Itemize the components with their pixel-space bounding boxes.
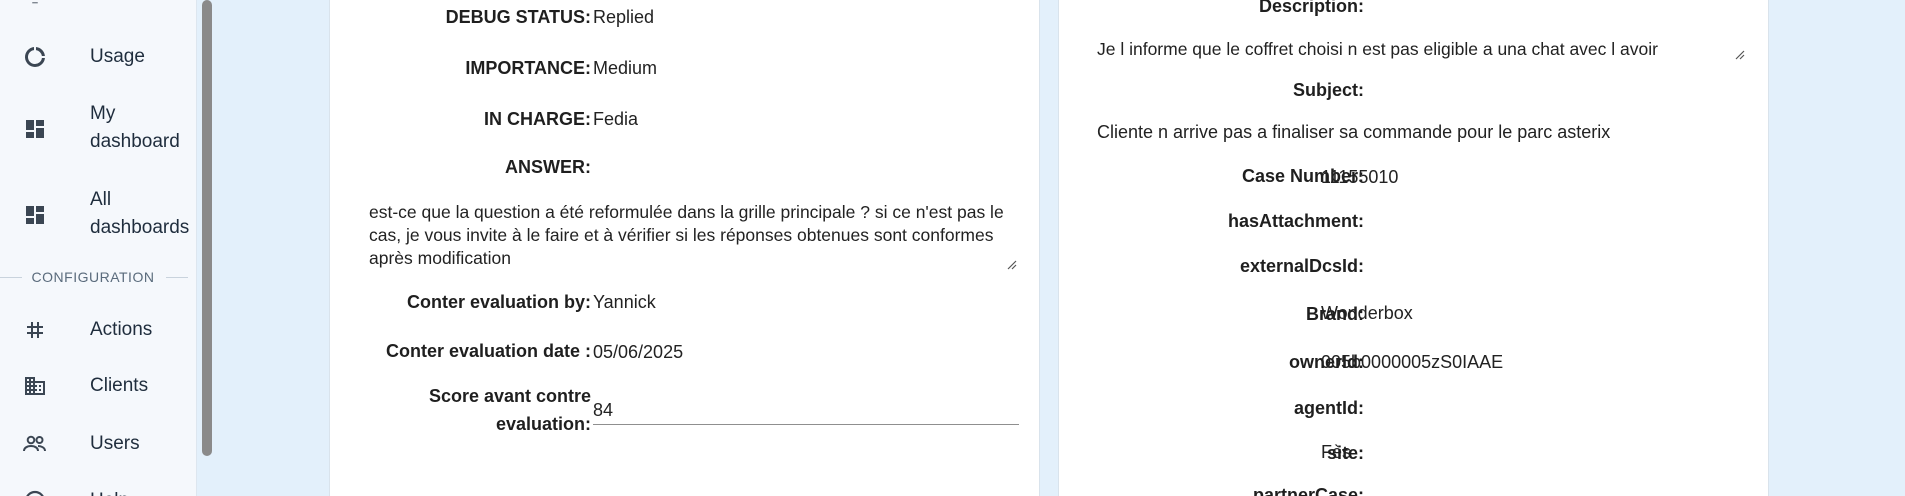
importance-value: Medium xyxy=(593,58,658,78)
help-icon xyxy=(22,488,48,496)
sidebar-item-actions[interactable]: Actions xyxy=(0,313,196,347)
counter-evaluation-date-label: Conter evaluation date : xyxy=(385,341,591,361)
sidebar-item-my-dashboard[interactable]: My dashboard xyxy=(0,100,196,156)
sidebar-item-label: Actions xyxy=(90,319,153,340)
answer-label: ANSWER: xyxy=(505,157,591,177)
sidebar-item-label: Usage xyxy=(90,46,145,67)
answer-textarea[interactable]: est-ce que la question a été reformulée … xyxy=(369,201,1019,269)
evaluation-card: DEBUG STATUS: Replied IMPORTANCE: Medium… xyxy=(329,0,1040,496)
counter-evaluation-by-value: Yannick xyxy=(593,292,656,312)
agent-id-label: agentId: xyxy=(1294,398,1364,418)
partner-case-label: partnerCase: xyxy=(1252,485,1364,496)
grid-icon xyxy=(22,317,48,343)
score-label: Score avant contre xyxy=(428,386,591,406)
section-label-configuration: CONFIGURATION xyxy=(31,269,155,285)
subject-value: Cliente n arrive pas a finaliser sa comm… xyxy=(1097,122,1611,142)
score-input-underline xyxy=(593,424,1019,425)
resize-handle-icon[interactable] xyxy=(1735,47,1745,60)
dashboard-icon xyxy=(22,116,48,142)
lightbulb-icon xyxy=(22,0,48,8)
score-input[interactable]: 84 xyxy=(593,396,613,424)
sidebar-item-all-dashboards[interactable]: All dashboards xyxy=(0,186,196,242)
sidebar-item-clients[interactable]: Clients xyxy=(0,369,196,403)
owner-id-value: 005b0000005zS0IAAE xyxy=(1321,352,1504,372)
description-textarea[interactable]: Je l informe que le coffret choisi n est… xyxy=(1097,38,1707,62)
importance-label: IMPORTANCE: xyxy=(465,58,591,78)
sidebar-item-label: Help xyxy=(90,487,129,496)
sidebar-scrollbar[interactable] xyxy=(202,0,212,456)
debug-status-value: Replied xyxy=(593,7,655,27)
counter-evaluation-by-label: Conter evaluation by: xyxy=(406,292,591,312)
sidebar-item-help[interactable]: Help xyxy=(0,484,196,496)
sidebar-item-label: Users xyxy=(90,433,140,454)
sidebar-item-label: Lizz xyxy=(90,0,124,8)
resize-handle-icon[interactable] xyxy=(1007,257,1017,270)
subject-label: Subject: xyxy=(1292,80,1364,100)
sidebar-item-label: Clients xyxy=(90,375,149,396)
description-label: Description: xyxy=(1258,0,1364,16)
in-charge-value: Fedia xyxy=(593,109,639,129)
sidebar-item-label: My xyxy=(90,103,116,124)
has-attachment-label: hasAttachment: xyxy=(1227,211,1364,231)
case-details-card: Description: Je l informe que le coffret… xyxy=(1058,0,1769,496)
sidebar-item-usage[interactable]: Usage xyxy=(0,40,196,74)
building-icon xyxy=(22,373,48,399)
counter-evaluation-date-value: 05/06/2025 xyxy=(593,342,684,362)
dashboard-icon xyxy=(22,202,48,228)
in-charge-label: IN CHARGE: xyxy=(484,109,591,129)
brand-value: Wonderbox xyxy=(1321,303,1413,323)
score-label: evaluation: xyxy=(495,414,591,434)
sidebar-item-label: dashboards xyxy=(90,217,190,238)
users-icon xyxy=(22,431,48,457)
debug-status-label: DEBUG STATUS: xyxy=(445,7,591,27)
sidebar-item-label: dashboard xyxy=(90,131,180,152)
sidebar-item-label: All xyxy=(90,189,112,210)
site-value: Fès xyxy=(1321,442,1352,462)
sidebar-item-lizz[interactable]: Lizz xyxy=(0,0,196,14)
sidebar-item-users[interactable]: Users xyxy=(0,427,196,461)
external-dcs-id-label: externalDcsId: xyxy=(1239,256,1364,276)
case-number-value: 11155010 xyxy=(1321,167,1399,187)
section-divider xyxy=(166,277,188,278)
sidebar: Lizz Usage My dashboard All dashboards C… xyxy=(0,0,197,496)
usage-icon xyxy=(22,44,48,70)
